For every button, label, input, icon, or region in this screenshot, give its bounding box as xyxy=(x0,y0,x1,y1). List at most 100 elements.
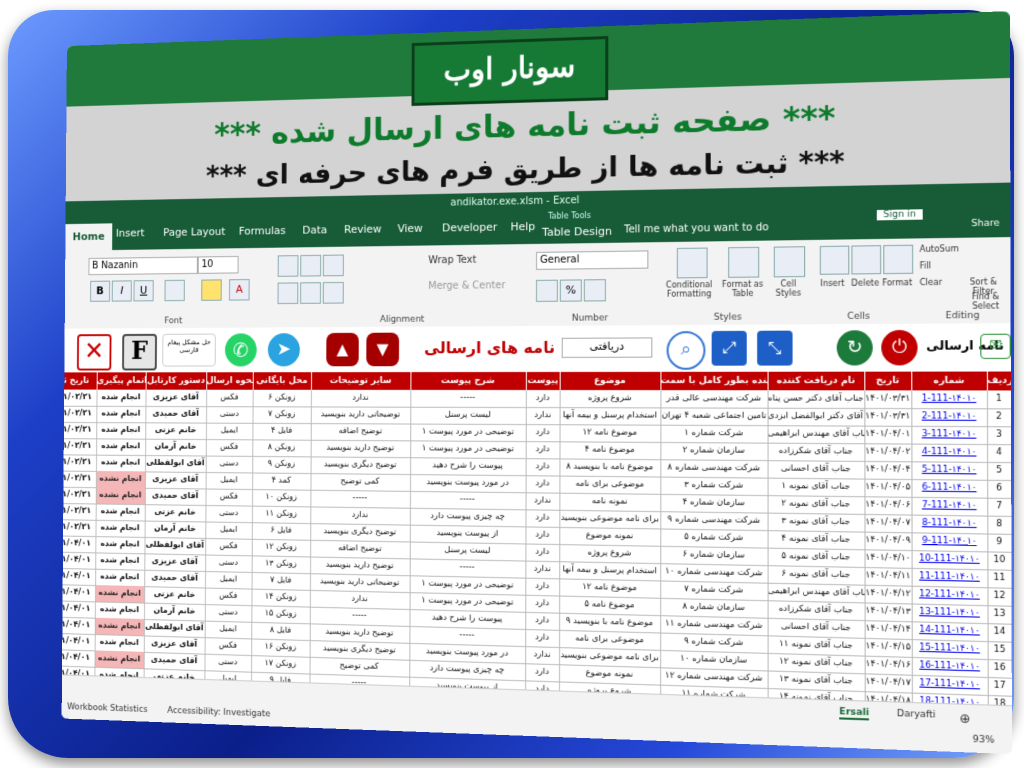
delete-button[interactable]: Delete xyxy=(847,278,883,288)
format-cells-icon[interactable] xyxy=(883,244,914,275)
table-cell: دارد xyxy=(525,390,561,409)
align-right-icon[interactable] xyxy=(322,281,344,304)
wrap-text-button[interactable]: Wrap Text xyxy=(428,255,476,267)
column-header[interactable]: ردیف xyxy=(986,371,1012,391)
number-format-dropdown[interactable]: General xyxy=(536,250,649,270)
accessibility-status[interactable]: Accessibility: Investigate xyxy=(167,706,270,719)
percent-icon[interactable]: % xyxy=(559,279,582,302)
table-cell: ۱۴۰۱/۰۴/۰۱ xyxy=(61,567,97,587)
column-header[interactable]: نحوه ارسال xyxy=(206,372,254,390)
font-color-icon[interactable]: A xyxy=(229,279,250,301)
scroll-down-icon[interactable]: ▼ xyxy=(366,332,400,367)
column-header[interactable]: تاریخ ثبت xyxy=(61,372,98,390)
table-cell: ندارد xyxy=(525,492,561,511)
format-button[interactable]: Format xyxy=(879,278,915,288)
tell-me-search[interactable]: Tell me what you want to do xyxy=(624,222,769,235)
table-cell: دارد xyxy=(525,611,561,631)
column-header[interactable]: موضوع xyxy=(559,371,662,391)
search-icon[interactable]: ⌕ xyxy=(666,331,706,370)
tab-table-design[interactable]: Table Design xyxy=(542,225,612,239)
letter-number-link[interactable]: 2-111-۱۴۰۱۰ xyxy=(911,408,989,428)
history-icon[interactable]: ↻ xyxy=(836,330,873,366)
column-header[interactable]: دستور کارتابل xyxy=(145,372,208,390)
letter-number-link[interactable]: 3-111-۱۴۰۱۰ xyxy=(911,425,989,446)
letter-number-link[interactable]: 1-111-۱۴۰۱۰ xyxy=(911,390,989,410)
tab-developer[interactable]: Developer xyxy=(442,221,497,235)
italic-icon[interactable]: I xyxy=(111,280,132,302)
merge-center-button[interactable]: Merge & Center xyxy=(428,280,505,292)
cell-styles-icon[interactable] xyxy=(773,246,806,278)
group-alignment: Alignment xyxy=(379,314,425,325)
column-header[interactable]: محل بایگانی xyxy=(252,372,313,390)
conditional-formatting-icon[interactable] xyxy=(676,247,708,279)
clear-button[interactable]: Clear xyxy=(920,278,943,288)
font-fix-icon[interactable]: F xyxy=(122,333,157,371)
column-header[interactable]: شرح پیوست xyxy=(410,371,527,391)
tab-page-layout[interactable]: Page Layout xyxy=(163,225,225,239)
expand-icon[interactable]: ⤢ xyxy=(711,330,747,366)
conditional-formatting-button[interactable]: Conditional Formatting xyxy=(656,280,722,299)
sign-in-button[interactable]: Sign in xyxy=(876,209,923,221)
close-icon[interactable]: ✕ xyxy=(76,334,112,371)
whatsapp-icon[interactable]: ✆ xyxy=(224,333,257,367)
autosum-button[interactable]: AutoSum xyxy=(920,244,959,254)
share-button[interactable]: Share xyxy=(971,218,999,229)
cell-styles-button[interactable]: Cell Styles xyxy=(768,279,810,298)
align-middle-icon[interactable] xyxy=(300,254,322,277)
scroll-up-icon[interactable]: ▲ xyxy=(326,332,359,367)
collapse-icon[interactable]: ⤡ xyxy=(757,330,793,366)
received-letters-field[interactable]: دریافتی xyxy=(561,337,653,358)
letter-number-link[interactable]: 7-111-۱۴۰۱۰ xyxy=(911,496,989,517)
tab-help[interactable]: Help xyxy=(510,220,535,233)
align-center-icon[interactable] xyxy=(300,282,321,304)
align-bottom-icon[interactable] xyxy=(322,254,344,277)
sent-letters-label: نامه های ارسالی xyxy=(424,337,555,358)
table-cell: لیست پرسنل xyxy=(410,406,527,426)
tab-formulas[interactable]: Formulas xyxy=(239,224,286,237)
fill-button[interactable]: Fill xyxy=(920,261,931,270)
table-cell: جناب آقای دکتر ابوالفضل ابزدی xyxy=(767,407,866,427)
column-header[interactable]: نام دریافت کننده بطور کامل با سمت xyxy=(660,371,769,391)
tab-insert[interactable]: Insert xyxy=(116,227,145,240)
column-header[interactable]: شماره xyxy=(911,371,988,391)
telegram-icon[interactable]: ➤ xyxy=(267,333,300,367)
table-cell: 15 xyxy=(987,641,1012,661)
borders-icon[interactable] xyxy=(164,279,185,302)
column-header[interactable]: نام دریافت کننده xyxy=(767,371,866,391)
letter-number-link[interactable]: 5-111-۱۴۰۱۰ xyxy=(911,461,989,481)
fill-color-icon[interactable] xyxy=(201,279,222,301)
column-header[interactable]: سایر توضیحات xyxy=(310,372,412,390)
sheet-tab-ersali[interactable]: Ersali xyxy=(839,706,870,721)
align-top-icon[interactable] xyxy=(277,255,299,277)
insert-cells-icon[interactable] xyxy=(819,245,850,275)
column-header[interactable]: اتمام پیگیری xyxy=(96,372,147,390)
letter-number-link[interactable]: 6-111-۱۴۰۱۰ xyxy=(911,479,989,499)
add-sheet-icon[interactable]: ⊕ xyxy=(959,711,970,726)
workbook-statistics[interactable]: Workbook Statistics xyxy=(67,702,148,715)
comma-style-icon[interactable] xyxy=(583,279,606,302)
format-as-table-button[interactable]: Format as Table xyxy=(720,280,766,299)
zoom-level[interactable]: 93% xyxy=(973,735,995,746)
format-as-table-icon[interactable] xyxy=(728,246,760,278)
mail-icon[interactable]: ✉ xyxy=(980,333,1011,359)
delete-cells-icon[interactable] xyxy=(851,245,882,275)
persian-font-help-button[interactable]: حل مشکل پیغام فارسی xyxy=(162,333,216,367)
sheet-tab-daryafti[interactable]: Daryafti xyxy=(897,709,936,721)
tab-view[interactable]: View xyxy=(398,222,423,235)
font-name-dropdown[interactable]: B Nazanin xyxy=(88,256,198,276)
tab-data[interactable]: Data xyxy=(302,223,327,236)
tab-home[interactable]: Home xyxy=(65,223,113,251)
bold-icon[interactable]: B xyxy=(90,280,111,302)
tab-review[interactable]: Review xyxy=(344,223,382,236)
font-size-dropdown[interactable]: 10 xyxy=(197,255,239,274)
column-header[interactable]: تاریخ xyxy=(864,371,913,391)
find-select-button[interactable]: Find & Select xyxy=(967,292,1004,311)
insert-button[interactable]: Insert xyxy=(813,279,851,289)
power-icon[interactable]: ⏻ xyxy=(881,329,918,366)
currency-icon[interactable] xyxy=(535,279,558,302)
column-header[interactable]: پیوست xyxy=(525,371,561,391)
align-left-icon[interactable] xyxy=(277,282,299,305)
letter-number-link[interactable]: 4-111-۱۴۰۱۰ xyxy=(911,443,989,463)
table-cell: انجام شده xyxy=(95,503,146,522)
underline-icon[interactable]: U xyxy=(133,280,154,302)
